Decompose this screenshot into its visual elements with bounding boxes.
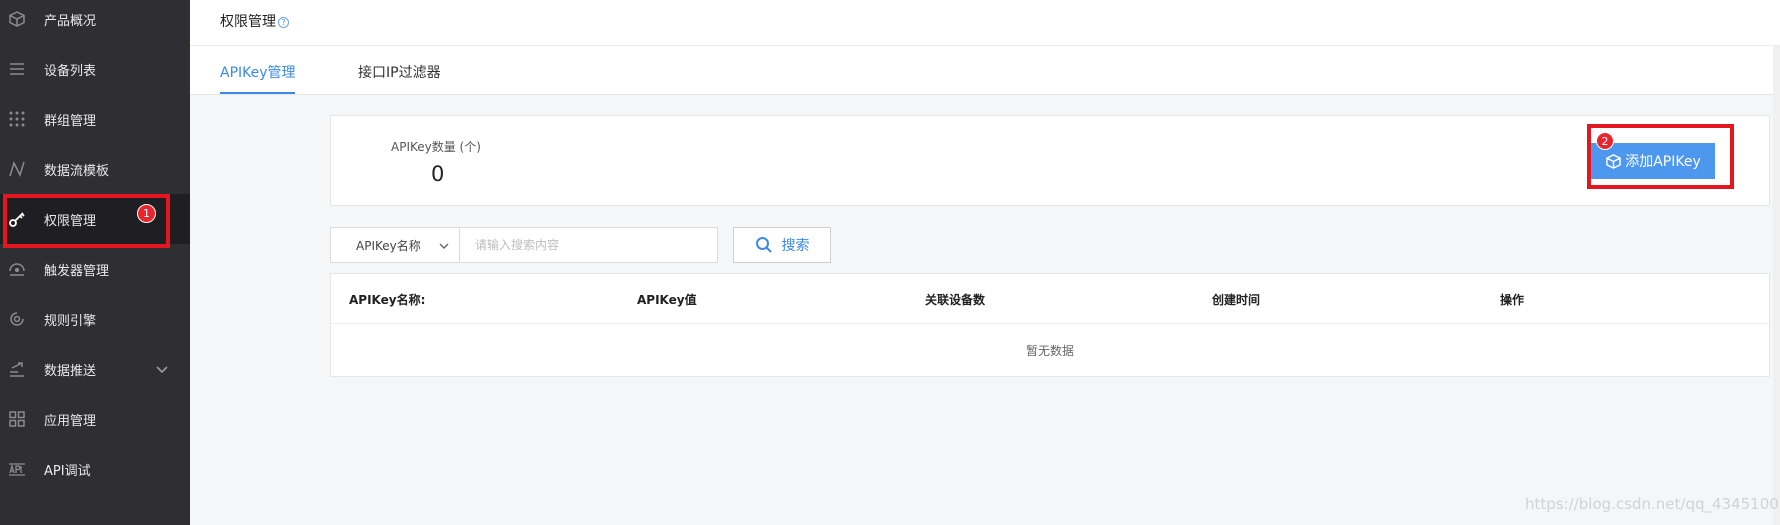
- tab-ip-filter[interactable]: 接口IP过滤器: [358, 62, 441, 82]
- tab-apikey-management[interactable]: APIKey管理: [220, 62, 296, 82]
- tab-bar: APIKey管理 接口IP过滤器: [190, 46, 1780, 95]
- sidebar: 产品概况 设备列表 群组管理 数据流模板 权限管理 触发器管理 规则引擎 数据推…: [0, 0, 190, 525]
- api-icon: [8, 460, 26, 478]
- rule-icon: [8, 310, 26, 328]
- sidebar-item-device-list[interactable]: 设备列表: [0, 44, 190, 94]
- sidebar-item-product-overview[interactable]: 产品概况: [0, 0, 190, 44]
- search-input[interactable]: [459, 227, 718, 263]
- sidebar-item-rule-engine[interactable]: 规则引擎: [0, 294, 190, 344]
- apikey-stats-card: APIKey数量 (个) 0 添加APIKey: [330, 115, 1770, 206]
- table-empty-state: 暂无数据: [1025, 343, 1074, 358]
- sidebar-item-data-push[interactable]: 数据推送: [0, 344, 190, 394]
- apikey-count-label: APIKey数量 (个): [391, 140, 481, 154]
- sidebar-item-label: 触发器管理: [44, 263, 110, 279]
- sidebar-item-label: 应用管理: [44, 413, 97, 429]
- sidebar-item-label: 群组管理: [44, 113, 97, 129]
- table-header: APIKey名称: APIKey值 关联设备数 创建时间 操作: [331, 274, 1769, 324]
- trigger-icon: [8, 260, 26, 278]
- flow-icon: [8, 160, 26, 178]
- sidebar-item-datastream-template[interactable]: 数据流模板: [0, 144, 190, 194]
- apikey-table: APIKey名称: APIKey值 关联设备数 创建时间 操作 暂无数据: [330, 273, 1770, 377]
- page-title-text: 权限管理: [220, 14, 276, 30]
- column-header-name: APIKey名称:: [349, 293, 426, 307]
- page-scrollbar[interactable]: [1773, 46, 1780, 525]
- package-icon: [8, 10, 26, 28]
- apikey-count-value: 0: [431, 162, 445, 186]
- watermark-text: https://blog.csdn.net/qq_43451003: [1525, 495, 1780, 513]
- search-icon: [755, 237, 772, 253]
- sidebar-item-label: 设备列表: [44, 63, 97, 79]
- sidebar-item-label: 数据推送: [44, 363, 97, 379]
- sidebar-item-app-management[interactable]: 应用管理: [0, 394, 190, 444]
- column-header-actions: 操作: [1500, 293, 1525, 307]
- active-tab-indicator: [220, 92, 295, 94]
- sidebar-item-trigger-management[interactable]: 触发器管理: [0, 244, 190, 294]
- chevron-down-icon[interactable]: [155, 362, 169, 376]
- help-icon[interactable]: ?: [278, 16, 289, 28]
- search-field-select[interactable]: APIKey名称: [330, 227, 460, 263]
- apps-icon: [8, 410, 26, 428]
- column-header-value: APIKey值: [637, 293, 697, 307]
- page-header: 权限管理?: [190, 0, 1780, 46]
- chevron-down-icon: [438, 240, 450, 252]
- annotation-badge-1: 1: [137, 204, 156, 223]
- sidebar-item-api-debug[interactable]: API调试: [0, 444, 190, 494]
- grid-dots-icon: [8, 110, 26, 128]
- column-header-created-time: 创建时间: [1212, 293, 1261, 307]
- push-icon: [8, 360, 26, 378]
- column-header-device-count: 关联设备数: [925, 293, 986, 307]
- sidebar-item-label: 产品概况: [44, 13, 97, 29]
- sidebar-item-label: API调试: [44, 463, 91, 479]
- search-field-selected: APIKey名称: [356, 238, 421, 253]
- annotation-badge-2: 2: [1596, 132, 1614, 150]
- page-title: 权限管理?: [220, 11, 289, 31]
- sidebar-item-group-management[interactable]: 群组管理: [0, 94, 190, 144]
- search-button[interactable]: 搜索: [733, 227, 831, 263]
- list-icon: [8, 60, 26, 78]
- sidebar-item-label: 数据流模板: [44, 163, 110, 179]
- sidebar-item-label: 规则引擎: [44, 313, 97, 329]
- search-button-label: 搜索: [781, 238, 810, 254]
